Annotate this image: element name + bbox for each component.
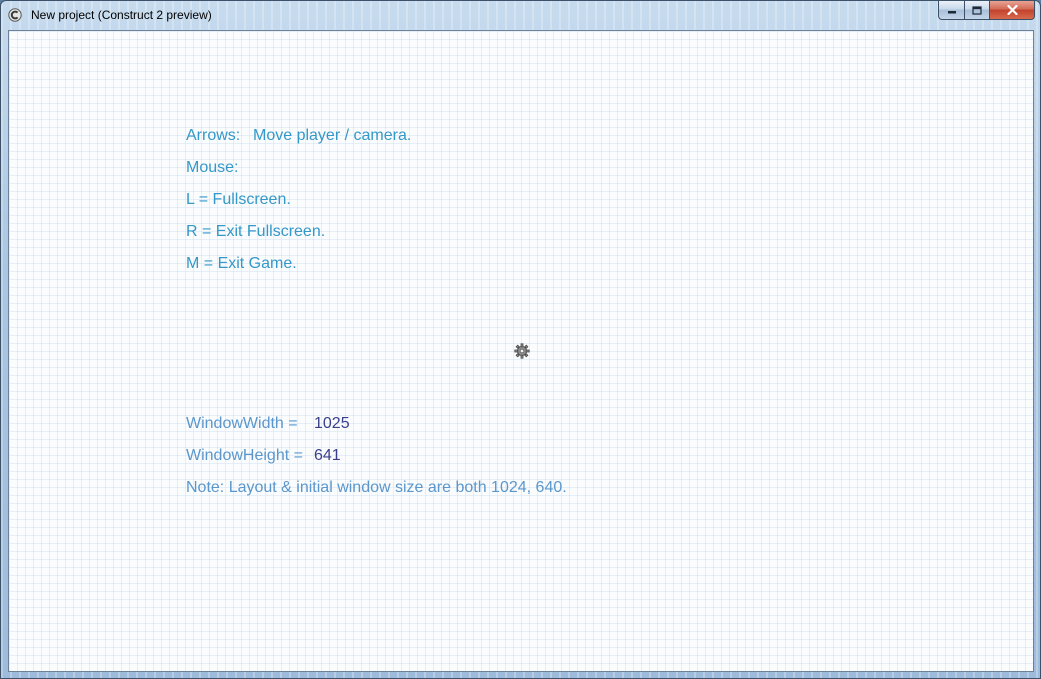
minimize-icon bbox=[947, 11, 956, 14]
close-button[interactable] bbox=[990, 1, 1035, 20]
maximize-button[interactable] bbox=[965, 1, 990, 20]
fullscreen-instruction: L = Fullscreen. bbox=[186, 191, 291, 208]
game-canvas[interactable]: Arrows: Move player / camera. Mouse: L =… bbox=[8, 30, 1034, 672]
window-height-value: 641 bbox=[314, 447, 341, 464]
maximize-icon bbox=[972, 5, 982, 15]
window-width-value: 1025 bbox=[314, 415, 350, 432]
caption-buttons bbox=[938, 1, 1035, 21]
arrows-instruction: Arrows: Move player / camera. bbox=[186, 126, 411, 146]
exit-game-instruction: M = Exit Game. bbox=[186, 255, 297, 272]
mouse-instruction: Mouse: bbox=[186, 159, 239, 176]
gear-cursor-icon bbox=[514, 343, 530, 359]
arrows-text: Move player / camera. bbox=[253, 127, 412, 144]
window-height-label: WindowHeight = bbox=[186, 447, 303, 464]
preview-window: New project (Construct 2 preview) Arrows… bbox=[0, 0, 1041, 679]
close-icon bbox=[1006, 5, 1018, 15]
layout-note: Note: Layout & initial window size are b… bbox=[186, 479, 567, 496]
minimize-button[interactable] bbox=[938, 1, 965, 20]
title-bar[interactable]: New project (Construct 2 preview) bbox=[1, 1, 1040, 29]
window-width-row: WindowWidth = 1025 bbox=[186, 414, 350, 434]
arrows-label: Arrows: bbox=[186, 127, 241, 144]
window-title: New project (Construct 2 preview) bbox=[31, 8, 212, 22]
window-height-row: WindowHeight = 641 bbox=[186, 446, 341, 466]
construct-app-icon[interactable] bbox=[8, 8, 22, 22]
exit-fullscreen-instruction: R = Exit Fullscreen. bbox=[186, 223, 326, 240]
window-width-label: WindowWidth = bbox=[186, 415, 298, 432]
